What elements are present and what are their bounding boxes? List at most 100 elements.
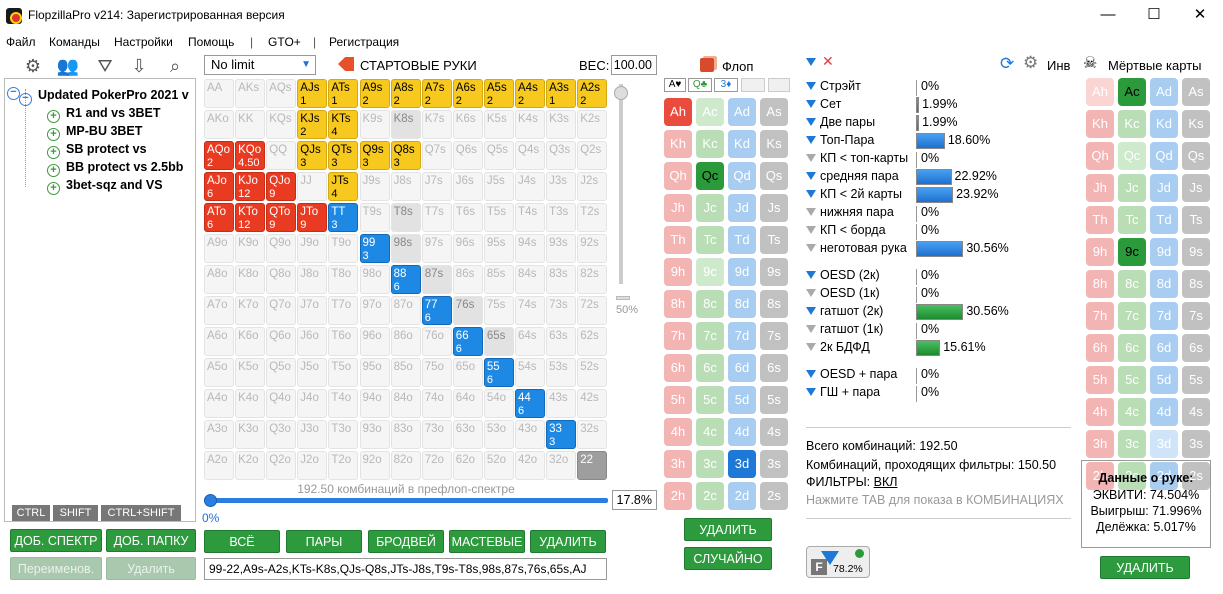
hand-cell[interactable]: 43s	[546, 389, 577, 418]
hand-cell[interactable]: A7o	[204, 296, 234, 325]
card-Ks[interactable]: Ks	[760, 130, 788, 158]
hand-cell[interactable]: K6s	[452, 110, 483, 139]
settings-gear-icon[interactable]: ⚙	[1023, 53, 1038, 73]
card-7c[interactable]: 7c	[1118, 302, 1146, 330]
card-6s[interactable]: 6s	[1182, 334, 1210, 362]
card-5c[interactable]: 5c	[696, 386, 724, 414]
suited-button[interactable]: МАСТЕВЫЕ	[449, 530, 525, 553]
close-button[interactable]: ✕	[1177, 0, 1223, 30]
hand-cell[interactable]: 52s	[577, 358, 608, 387]
card-7d[interactable]: 7d	[728, 322, 756, 350]
card-4h[interactable]: 4h	[664, 418, 692, 446]
filter-row[interactable]: Сет	[806, 97, 841, 111]
hand-cell[interactable]: 94o	[359, 389, 390, 418]
hand-cell[interactable]: A9o	[204, 234, 234, 263]
pairs-button[interactable]: ПАРЫ	[286, 530, 362, 553]
hand-cell[interactable]: T9o	[328, 234, 359, 263]
hand-cell[interactable]: 96o	[359, 327, 390, 356]
hand-cell[interactable]: A6s 2	[452, 79, 483, 108]
weight-input[interactable]: 100.00	[611, 55, 657, 75]
hand-cell[interactable]: T2o	[328, 451, 359, 480]
hand-cell[interactable]: 92o	[359, 451, 390, 480]
hand-cell[interactable]: 82o	[390, 451, 421, 480]
hand-cell[interactable]: Q7o	[266, 296, 297, 325]
filter-row[interactable]: OESD (1к)	[806, 286, 880, 300]
limit-select[interactable]: No limit ▼	[204, 55, 316, 75]
hand-cell[interactable]: K5s	[483, 110, 514, 139]
menu-file[interactable]: Файл	[6, 35, 36, 49]
hand-cell[interactable]: ATs 1	[328, 79, 359, 108]
filter-icon[interactable]	[806, 370, 816, 378]
hand-cell[interactable]: A3o	[204, 420, 234, 449]
filter-add-icon[interactable]: ⛛	[92, 56, 118, 78]
hand-cell[interactable]: T9s	[359, 203, 390, 232]
hand-cell[interactable]: 84o	[390, 389, 421, 418]
hand-cell[interactable]: QTo 9	[266, 203, 297, 232]
hand-cell[interactable]: KQs	[266, 110, 297, 139]
hand-cell[interactable]: J8s	[390, 172, 421, 201]
hand-cell[interactable]: AJs 1	[297, 79, 328, 108]
maximize-button[interactable]: ☐	[1131, 0, 1177, 30]
card-5s[interactable]: 5s	[760, 386, 788, 414]
hand-cell[interactable]: 32o	[546, 451, 577, 480]
card-6h[interactable]: 6h	[1086, 334, 1114, 362]
hand-cell[interactable]: 44 6	[515, 389, 545, 418]
menu-help[interactable]: Помощь	[188, 35, 234, 49]
hand-cell[interactable]: A6o	[204, 327, 234, 356]
card-5c[interactable]: 5c	[1118, 366, 1146, 394]
hand-cell[interactable]: 99 3	[359, 234, 390, 263]
menu-commands[interactable]: Команды	[49, 35, 100, 49]
hand-cell[interactable]: ATo 6	[204, 203, 234, 232]
hand-cell[interactable]: JJ	[297, 172, 328, 201]
filter-row[interactable]: OESD + пара	[806, 367, 897, 381]
hand-cell[interactable]: AJo 6	[204, 172, 234, 201]
tree-item[interactable]: + BB protect vs 2.5bb	[47, 160, 183, 177]
card-Qh[interactable]: Qh	[664, 162, 692, 190]
hand-cell[interactable]: A8s 2	[390, 79, 421, 108]
expand-icon[interactable]: +	[47, 164, 60, 177]
card-9d[interactable]: 9d	[728, 258, 756, 286]
hand-cell[interactable]: 22	[577, 451, 608, 480]
hand-cell[interactable]: J9o	[297, 234, 328, 263]
hand-cell[interactable]: 53s	[546, 358, 577, 387]
card-8h[interactable]: 8h	[664, 290, 692, 318]
hand-cell[interactable]: 54o	[483, 389, 514, 418]
card-Ac[interactable]: Ac	[1118, 78, 1146, 106]
hand-cell[interactable]: KTo 12	[235, 203, 266, 232]
hand-cell[interactable]: J7s	[421, 172, 452, 201]
filter-icon[interactable]	[806, 118, 816, 126]
hand-cell[interactable]: J4s	[515, 172, 545, 201]
card-7s[interactable]: 7s	[760, 322, 788, 350]
card-As[interactable]: As	[1182, 78, 1210, 106]
card-6d[interactable]: 6d	[728, 354, 756, 382]
card-7s[interactable]: 7s	[1182, 302, 1210, 330]
card-8s[interactable]: 8s	[1182, 270, 1210, 298]
card-Jc[interactable]: Jc	[1118, 174, 1146, 202]
card-4c[interactable]: 4c	[1118, 398, 1146, 426]
card-2d[interactable]: 2d	[728, 482, 756, 510]
river-slot[interactable]	[768, 78, 790, 92]
hand-cell[interactable]: J6o	[297, 327, 328, 356]
hand-cell[interactable]: J9s	[359, 172, 390, 201]
hand-cell[interactable]: 76o	[421, 327, 452, 356]
filter-icon[interactable]	[806, 136, 816, 144]
hand-cell[interactable]: T2s	[577, 203, 608, 232]
card-2h[interactable]: 2h	[664, 482, 692, 510]
filter-icon[interactable]	[806, 289, 816, 297]
filter-icon[interactable]	[806, 100, 816, 108]
hand-cell[interactable]: 32s	[577, 420, 608, 449]
card-Kh[interactable]: Kh	[1086, 110, 1114, 138]
card-Kc[interactable]: Kc	[1118, 110, 1146, 138]
rename-button[interactable]: Переименов.	[10, 557, 102, 580]
hand-cell[interactable]: 85s	[483, 265, 514, 294]
card-9s[interactable]: 9s	[760, 258, 788, 286]
hand-cell[interactable]: K9s	[359, 110, 390, 139]
hand-cell[interactable]: K3s	[546, 110, 577, 139]
hand-cell[interactable]: AKs	[235, 79, 266, 108]
hand-cell[interactable]: 98s	[390, 234, 421, 263]
hand-cell[interactable]: J3o	[297, 420, 328, 449]
card-2c[interactable]: 2c	[696, 482, 724, 510]
add-range-button[interactable]: ДОБ. СПЕКТР	[10, 529, 102, 552]
hand-cell[interactable]: QTs 3	[328, 141, 359, 170]
hand-cell[interactable]: J5s	[483, 172, 514, 201]
